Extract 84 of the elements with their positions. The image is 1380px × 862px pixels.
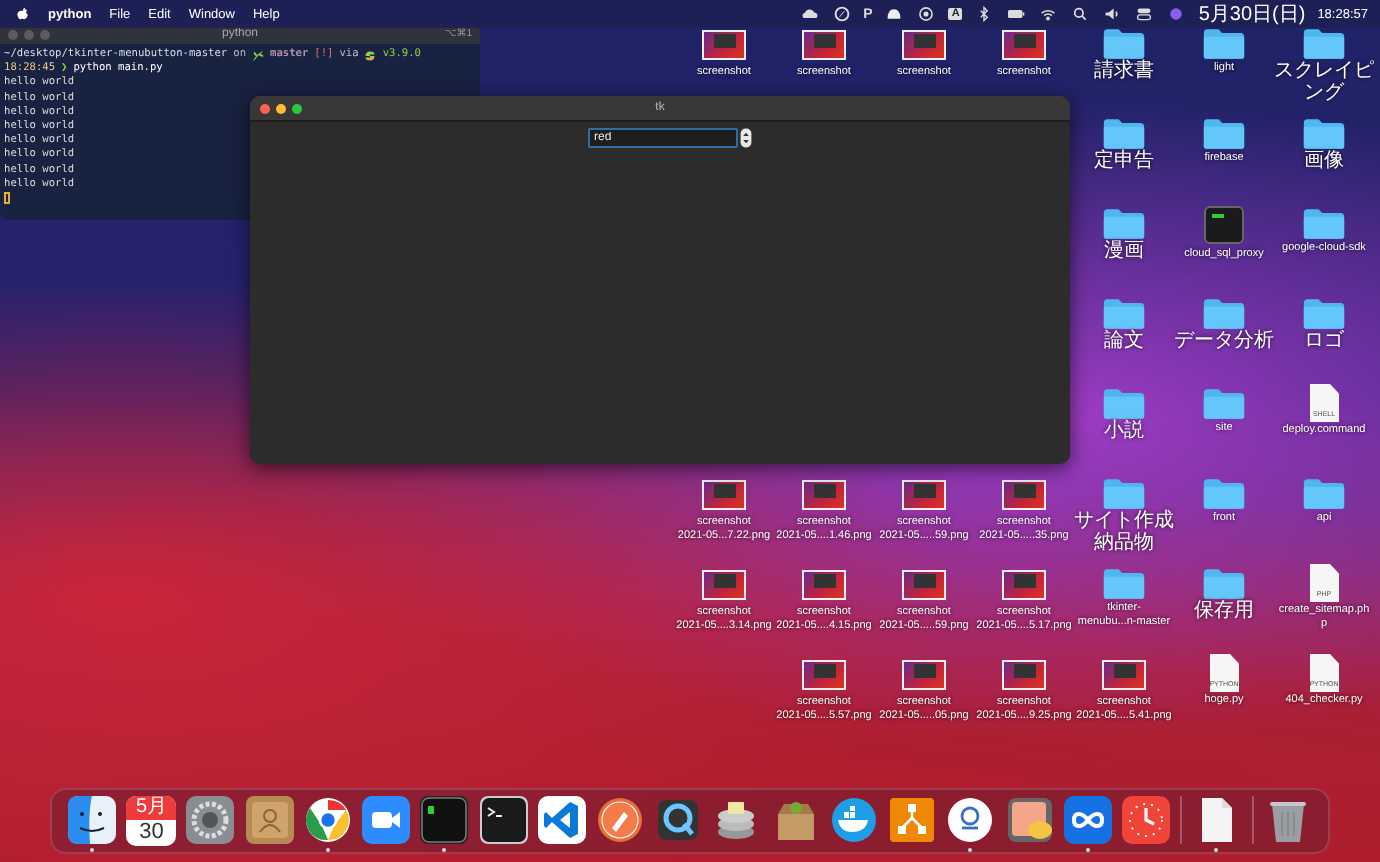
screenshot-thumbnail[interactable]: [1002, 30, 1046, 60]
battery-icon[interactable]: [1006, 6, 1027, 22]
speaker-icon[interactable]: [1102, 6, 1123, 22]
calendar-day: 30: [139, 820, 164, 846]
icon-label: 画像: [1302, 152, 1346, 173]
ring-icon[interactable]: [946, 796, 995, 844]
python-icon: [364, 49, 377, 62]
folder-icon[interactable]: [1102, 116, 1146, 152]
zoom-button[interactable]: [292, 103, 302, 113]
folder-icon[interactable]: [1102, 26, 1146, 62]
screenshot-thumbnail[interactable]: [702, 480, 746, 510]
smiling-face-icon[interactable]: [68, 796, 116, 844]
address-book-icon[interactable]: [245, 796, 294, 844]
magnifier-app-icon[interactable]: [654, 796, 703, 844]
folder-icon[interactable]: [1102, 476, 1146, 512]
toggle-icon[interactable]: [1134, 6, 1155, 22]
executable-icon[interactable]: [1204, 206, 1244, 244]
screenshot-thumbnail[interactable]: [902, 570, 946, 600]
folder-icon[interactable]: [1202, 566, 1246, 602]
terminal-icon[interactable]: [479, 796, 528, 844]
minimize-button[interactable]: [276, 103, 286, 113]
folder-icon[interactable]: [1102, 386, 1146, 422]
icon-label: 小説: [1102, 422, 1146, 443]
screenshot-thumbnail[interactable]: [1002, 660, 1046, 690]
photo-app-icon[interactable]: [1005, 796, 1053, 844]
folder-icon[interactable]: [1102, 296, 1146, 332]
folder-icon[interactable]: [1302, 476, 1346, 512]
folder-icon[interactable]: [1302, 116, 1346, 152]
orb-icon[interactable]: [1166, 6, 1187, 22]
search-icon[interactable]: [1070, 6, 1091, 22]
branch-icon: [252, 49, 265, 62]
text-cursor: [4, 192, 10, 205]
icon-label: 請求書: [1092, 62, 1156, 83]
folder-icon[interactable]: [1302, 296, 1346, 332]
icon-label: ロゴ: [1302, 332, 1346, 353]
infinity-icon[interactable]: [1063, 796, 1112, 844]
screenshot-thumbnail[interactable]: [702, 570, 746, 600]
folder-icon[interactable]: [1302, 206, 1346, 242]
diagram-icon[interactable]: [888, 796, 937, 844]
folder-icon[interactable]: [1202, 386, 1246, 422]
screenshot-thumbnail[interactable]: [1002, 480, 1046, 510]
wifi-icon[interactable]: [1038, 6, 1059, 22]
folder-icon[interactable]: [1302, 26, 1346, 62]
hat-icon[interactable]: [884, 6, 905, 22]
video-camera-icon[interactable]: [362, 796, 411, 844]
menu-bar-date[interactable]: 5月30日(日): [1198, 0, 1306, 28]
cloud-icon[interactable]: [799, 6, 820, 22]
icon-label: サイト作成納品物: [1074, 512, 1174, 554]
spin-arrows-icon[interactable]: [740, 128, 752, 148]
folder-icon[interactable]: [1102, 206, 1146, 242]
screenshot-thumbnail[interactable]: [902, 660, 946, 690]
record-icon[interactable]: [916, 6, 937, 22]
close-button[interactable]: [260, 103, 270, 113]
calendar-month: 5月: [126, 796, 177, 820]
icon-label: 論文: [1102, 332, 1146, 353]
compass-icon[interactable]: [831, 6, 852, 22]
round-app-icon[interactable]: [595, 796, 644, 844]
screenshot-thumbnail[interactable]: [902, 30, 946, 60]
folder-icon[interactable]: [1202, 116, 1246, 152]
code-editor-icon[interactable]: [537, 796, 586, 844]
folder-icon[interactable]: [1202, 26, 1246, 62]
screenshot-thumbnail[interactable]: [1102, 660, 1146, 690]
gear-icon[interactable]: [186, 796, 235, 844]
terminal-icon[interactable]: [420, 796, 469, 844]
folder-icon[interactable]: [1102, 566, 1146, 602]
calendar-icon[interactable]: 5月 30: [126, 796, 177, 846]
screenshot-thumbnail[interactable]: [802, 660, 846, 690]
icon-label: 漫画: [1102, 242, 1146, 263]
icon-label: 定申告: [1092, 152, 1156, 173]
whale-icon[interactable]: [829, 796, 878, 844]
icon-label: データ分析: [1174, 332, 1274, 353]
icon-label: スクレイピング: [1274, 62, 1374, 104]
screenshot-thumbnail[interactable]: [902, 480, 946, 510]
screenshot-thumbnail[interactable]: [702, 30, 746, 60]
screenshot-thumbnail[interactable]: [802, 480, 846, 510]
icon-label: 保存用: [1192, 602, 1256, 623]
screenshot-thumbnail[interactable]: [802, 570, 846, 600]
browser-icon[interactable]: [303, 796, 352, 844]
apple-icon[interactable]: [16, 5, 30, 23]
folder-icon[interactable]: [1202, 296, 1246, 332]
screenshot-thumbnail[interactable]: [802, 30, 846, 60]
screenshot-thumbnail[interactable]: [1002, 570, 1046, 600]
clock-icon[interactable]: [1121, 796, 1170, 844]
folder-icon[interactable]: [1202, 476, 1246, 512]
